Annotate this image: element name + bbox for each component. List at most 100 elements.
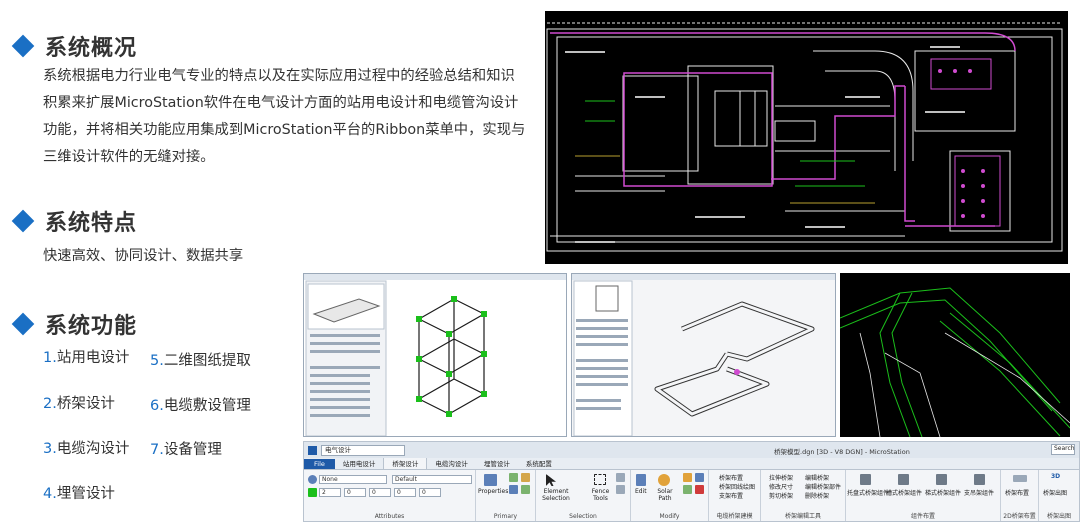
overview-line: 三维设计软件的无缝对接。 [43,149,215,165]
group-tray-edit: 拉伸桥架 修改尺寸 剪切桥架 编辑桥架 编辑桥架部件 删除桥架 桥架编辑工具 [761,470,846,521]
overview-line: 功能，并将相关功能应用集成到MicroStation平台的Ribbon菜单中，实… [43,122,526,138]
primary-tool-icon[interactable] [509,485,518,494]
function-item: 3.电缆沟设计 [43,441,130,457]
hanger-component-button[interactable]: 支吊架组件 [964,488,994,497]
fence-icon[interactable] [594,474,606,485]
group-2d-layout-label: 2D桥架布置 [1003,513,1036,520]
tab-buried-pipe[interactable]: 埋管设计 [476,457,518,469]
color-icon [308,488,317,497]
modify-size-button[interactable]: 修改尺寸 [769,482,793,491]
ladder-component-button[interactable]: 梯式桥架组件 [925,488,961,497]
delete-tray-button[interactable]: 删除桥架 [805,491,829,500]
search-input[interactable]: Search [1051,444,1075,455]
document-title: 桥架模型.dgn [3D - V8 DGN] - MicroStation [774,448,910,456]
group-output-label: 桥架出图 [1046,513,1071,520]
selection-tool-icon[interactable] [616,485,625,494]
tray-2d-layout-button[interactable]: 桥架布置 [1005,488,1029,497]
function-item: 7.设备管理 [150,442,222,458]
group-tray-edit-label: 桥架编辑工具 [784,513,821,520]
tray-loop-drawing-button[interactable]: 桥架回线绘图 [719,482,755,491]
tray-output-button[interactable]: 桥架出图 [1043,488,1067,497]
group-output: 3D 桥架出图 桥架出图 [1039,470,1079,521]
group-component-label: 组件布置 [910,513,935,520]
group-cable-tray-label: 电缆桥架建模 [716,513,753,520]
wrench-icon[interactable] [898,474,909,485]
wrench-icon[interactable] [974,474,985,485]
edit-tray-button[interactable]: 编辑桥架 [805,473,829,482]
delete-icon[interactable] [695,485,704,494]
diamond-bullet-icon [11,312,35,336]
overview-line: 积累来扩展MicroStation软件在电气设计方面的站用电设计和电缆管沟设计 [43,95,519,111]
level-select[interactable]: None [319,475,387,484]
tab-cable-trench[interactable]: 电缆沟设计 [427,457,476,469]
tray-layout-button[interactable]: 桥架布置 [719,473,743,482]
wrench-icon[interactable] [936,474,947,485]
primary-tool-icon[interactable] [521,473,530,482]
function-item: 2.桥架设计 [43,396,115,412]
element-selection-icon[interactable] [546,474,556,486]
selection-tool-icon[interactable] [616,473,625,482]
solar-path-icon[interactable] [658,474,670,486]
color-select[interactable]: 2 [319,488,341,497]
tab-file[interactable]: File [304,459,335,469]
ribbon-body: None Default 2 0 0 0 0 Attributes Proper… [304,470,1079,521]
3d-output-icon[interactable]: 3D [1051,473,1060,480]
overview-line: 系统根据电力行业电气专业的特点以及在实际应用过程中的经验总结和知识 [43,68,515,84]
group-attributes-label: Attributes [374,513,405,520]
features-heading: 系统特点 [45,211,138,236]
workspace-select[interactable]: 电气设计 [321,444,405,456]
element-selection-button[interactable]: Element Selection [538,488,574,502]
style-select[interactable]: Default [392,475,472,484]
tray-route-drawing [572,274,835,436]
tray-2d-icon[interactable] [1013,475,1027,482]
transparency-select[interactable]: 0 [419,488,441,497]
cut-tray-button[interactable]: 剪切桥架 [769,491,793,500]
features-text: 快速高效、协同设计、数据共享 [43,248,244,264]
edit-icon[interactable] [636,474,646,486]
diamond-bullet-icon [11,209,35,233]
functions-heading: 系统功能 [45,314,138,339]
group-modify: Edit Solar Path Modify [631,470,709,521]
group-selection: Element Selection Fence Tools Selection [536,470,631,521]
weight-select[interactable]: 0 [344,488,366,497]
tray-frame-screenshot [303,273,567,437]
section-overview-title: 系统概况 [11,30,138,62]
function-item: 4.埋管设计 [43,486,115,502]
class-select[interactable]: 0 [394,488,416,497]
section-functions-title: 系统功能 [11,308,138,340]
solar-path-button[interactable]: Solar Path [653,488,677,502]
function-item: 6.电缆敷设管理 [150,398,251,414]
modify-tool-icon[interactable] [695,473,704,482]
tray-frame-drawing [304,274,566,436]
fence-tools-button[interactable]: Fence Tools [588,488,613,502]
group-attributes: None Default 2 0 0 0 0 Attributes [304,470,476,521]
trough-component-button[interactable]: 槽式桥架组件 [886,488,922,497]
group-component-layout: 托盘式桥架组件 槽式桥架组件 梯式桥架组件 支吊架组件 组件布置 [846,470,1001,521]
tab-system-config[interactable]: 系统配置 [518,457,560,469]
modify-tool-icon[interactable] [683,473,692,482]
primary-tool-icon[interactable] [509,473,518,482]
support-layout-button[interactable]: 支架布置 [719,491,743,500]
group-primary-label: Primary [493,513,518,520]
modify-tool-icon[interactable] [683,485,692,494]
edit-button[interactable]: Edit [635,488,647,495]
microstation-app-icon[interactable] [308,445,317,455]
primary-tool-icon[interactable] [521,485,530,494]
group-primary: Properties Primary [476,470,536,521]
function-item: 5.二维图纸提取 [150,353,251,369]
wrench-icon[interactable] [860,474,871,485]
properties-icon[interactable] [484,474,497,486]
line-style-select[interactable]: 0 [369,488,391,497]
cad-plan-drawing [546,22,1063,252]
microstation-ribbon: 电气设计 桥架模型.dgn [3D - V8 DGN] - MicroStati… [303,441,1080,522]
properties-button[interactable]: Properties [478,488,508,495]
overview-heading: 系统概况 [45,36,138,61]
tray-3d-screenshot [840,273,1070,437]
tray-component-button[interactable]: 托盘式桥架组件 [847,488,889,497]
function-item: 1.站用电设计 [43,350,130,366]
stretch-tray-button[interactable]: 拉伸桥架 [769,473,793,482]
group-2d-layout: 桥架布置 2D桥架布置 [1001,470,1039,521]
tab-station-power[interactable]: 站用电设计 [335,457,384,469]
edit-tray-part-button[interactable]: 编辑桥架部件 [805,482,841,491]
cad-plan-screenshot [545,11,1068,264]
